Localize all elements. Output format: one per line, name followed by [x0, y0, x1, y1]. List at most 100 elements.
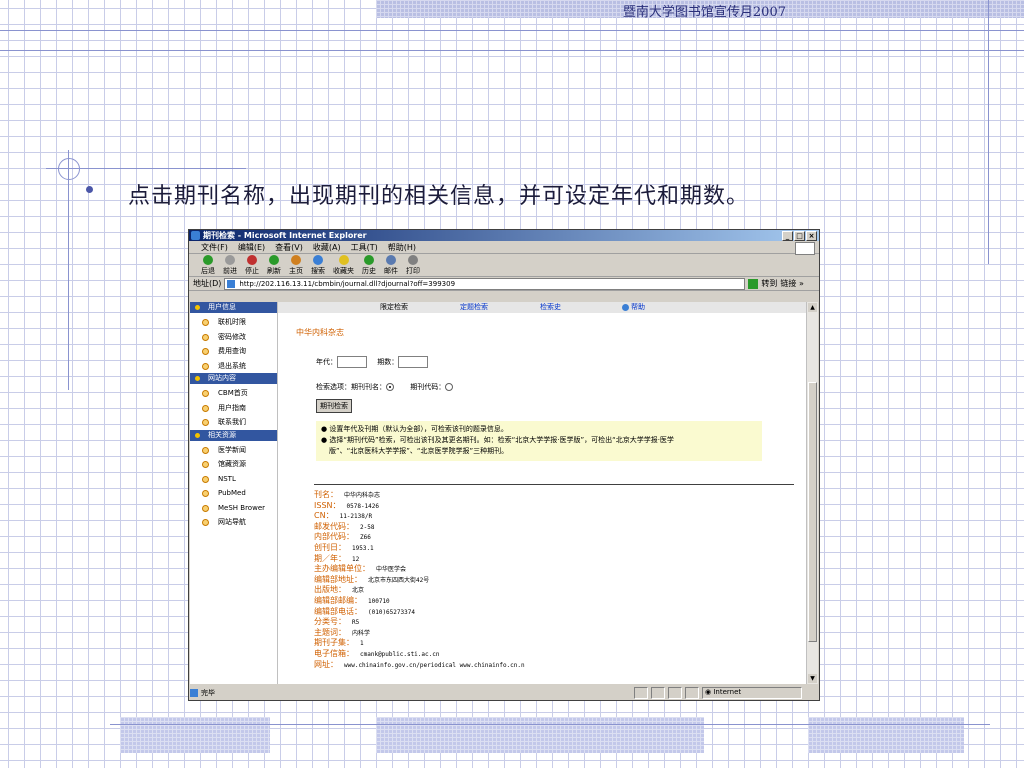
toolbar-label: 收藏夹	[333, 267, 354, 275]
toolbar-button-refresh[interactable]: 刷新	[267, 255, 281, 276]
tip-line: ● 选择“期刊代码”检索，可检出该刊及其更名期刊。如：检索“北京大学学报·医学版…	[321, 436, 674, 444]
toolbar-button-forward[interactable]: 前进	[223, 255, 237, 276]
detail-row: 编辑部地址： 北京市东四西大街42号	[314, 575, 525, 586]
toolbar-label: 刷新	[267, 267, 281, 275]
detail-value: R5	[352, 619, 360, 627]
toolbar-button-stop[interactable]: 停止	[245, 255, 259, 276]
detail-value[interactable]: www.chinainfo.gov.cn/periodical www.chin…	[344, 662, 525, 669]
divider	[68, 150, 69, 390]
detail-value: 0578-1426	[346, 502, 380, 510]
toolbar-button-favorites[interactable]: 收藏夹	[333, 255, 354, 276]
detail-key: 编辑部地址：	[314, 574, 362, 584]
vertical-scrollbar[interactable]: ▲ ▼	[806, 302, 818, 684]
toolbar-label: 前进	[223, 267, 237, 275]
browser-window: 期刊检索 - Microsoft Internet Explorer _ □ ×…	[188, 229, 820, 701]
issue-input[interactable]	[398, 356, 429, 368]
sidebar: 用户信息联机时限 密码修改 费用查询 退出系统 网站内容 CBM首页 用户指南 联系我们 相关资…	[190, 302, 278, 684]
tab-help[interactable]: 帮助	[622, 302, 645, 313]
go-arrow-icon[interactable]	[748, 278, 759, 289]
toolbar-button-back[interactable]: 后退	[201, 255, 215, 276]
ie-icon	[191, 231, 200, 240]
journal-search-button[interactable]: 期刊检索	[316, 399, 352, 413]
address-input[interactable]: http://202.116.13.11/cbmbin/journal.dll?…	[224, 277, 746, 290]
scroll-down-icon[interactable]: ▼	[808, 674, 817, 683]
divider	[988, 0, 989, 264]
status-cell	[651, 686, 665, 699]
menu-file[interactable]: 文件(F)	[201, 242, 228, 253]
tip-line: 版”、“北京医科大学学报”、“北京医学院学报”三种期刊。	[329, 447, 509, 455]
sidebar-item[interactable]: PubMed	[190, 486, 277, 501]
sidebar-section-header[interactable]: 网站内容	[190, 373, 277, 384]
sidebar-item[interactable]: 用户指南	[190, 401, 277, 416]
detail-value: 2-58	[360, 523, 375, 531]
detail-key: CN：	[314, 511, 334, 521]
forward-icon	[225, 255, 235, 265]
sidebar-item[interactable]: 馆藏资源	[190, 457, 277, 472]
detail-key: 刊名：	[314, 490, 338, 499]
window-titlebar[interactable]: 期刊检索 - Microsoft Internet Explorer _ □ ×	[189, 230, 819, 241]
detail-value: (010)65273374	[368, 608, 415, 616]
detail-row: 出版地： 北京	[314, 585, 525, 596]
scroll-up-icon[interactable]: ▲	[808, 303, 817, 312]
search-icon	[313, 255, 323, 265]
tab-search-history[interactable]: 检索史	[540, 302, 561, 313]
detail-row: 分类号： R5	[314, 617, 525, 628]
sidebar-item[interactable]: 退出系统	[190, 359, 277, 374]
divider	[0, 30, 1024, 31]
sidebar-item[interactable]: 联系我们	[190, 415, 277, 430]
scroll-thumb[interactable]	[808, 382, 817, 642]
year-input[interactable]	[337, 356, 367, 368]
radio-journal-code[interactable]	[445, 383, 454, 391]
detail-key: 出版地：	[314, 585, 346, 595]
toolbar-button-history[interactable]: 历史	[362, 255, 376, 276]
home-icon	[291, 255, 301, 265]
close-button[interactable]: ×	[806, 231, 817, 241]
mail-icon	[386, 255, 396, 265]
menu-help[interactable]: 帮助(H)	[388, 242, 416, 253]
detail-key: 期刊子集：	[314, 638, 354, 648]
address-bar: 地址(D) http://202.116.13.11/cbmbin/journa…	[189, 277, 819, 291]
minimize-button[interactable]: _	[782, 231, 793, 241]
menu-edit[interactable]: 编辑(E)	[238, 242, 265, 253]
toolbar: 后退 前进 停止 刷新 主页 搜索 收藏夹 历史 邮件 打印	[189, 254, 819, 277]
sidebar-item[interactable]: NSTL	[190, 472, 277, 487]
links-button[interactable]: 链接 »	[780, 278, 803, 289]
radio-journal-title[interactable]	[386, 383, 394, 391]
toolbar-button-home[interactable]: 主页	[289, 255, 303, 276]
year-label: 年代：	[316, 358, 337, 366]
sidebar-item[interactable]: 费用查询	[190, 344, 277, 359]
sidebar-section-header[interactable]: 相关资源	[190, 429, 277, 441]
toolbar-label: 主页	[289, 267, 303, 275]
sidebar-item[interactable]: 网站导航	[190, 515, 277, 530]
zone-indicator: ◉ Internet	[702, 686, 802, 699]
detail-value: 1953.1	[352, 544, 374, 552]
sidebar-item[interactable]: MeSH Brower	[190, 501, 277, 516]
sidebar-item[interactable]: 密码修改	[190, 330, 277, 345]
sidebar-item[interactable]: 医学新闻	[190, 443, 277, 458]
tab-help-label: 帮助	[631, 303, 645, 311]
sidebar-section-header[interactable]: 用户信息	[190, 302, 277, 313]
detail-value[interactable]: cmank@public.sti.ac.cn	[360, 651, 439, 658]
menu-tools[interactable]: 工具(T)	[351, 242, 378, 253]
detail-value: 12	[352, 555, 360, 563]
sidebar-item[interactable]: CBM首页	[190, 386, 277, 401]
status-cell	[685, 686, 699, 699]
divider	[314, 484, 794, 485]
tab-topic-search[interactable]: 定题检索	[460, 302, 488, 313]
tab-limited-search[interactable]: 限定检索	[380, 302, 408, 313]
menu-favorites[interactable]: 收藏(A)	[313, 242, 341, 253]
issue-label: 期数：	[377, 358, 399, 366]
detail-row: 邮发代码： 2-58	[314, 522, 525, 533]
menu-view[interactable]: 查看(V)	[275, 242, 303, 253]
detail-value: 中华内科杂志	[344, 492, 381, 499]
detail-key: 编辑部邮编：	[314, 595, 362, 605]
detail-key: 电子信箱：	[314, 648, 354, 658]
menu-bar: 文件(F) 编辑(E) 查看(V) 收藏(A) 工具(T) 帮助(H)	[189, 241, 819, 255]
toolbar-button-print[interactable]: 打印	[406, 255, 420, 276]
toolbar-button-search[interactable]: 搜索	[311, 255, 325, 276]
detail-row: 创刊日： 1953.1	[314, 543, 525, 554]
sidebar-item[interactable]: 联机时限	[190, 315, 277, 330]
maximize-button[interactable]: □	[794, 231, 805, 241]
go-button[interactable]: 转到	[761, 278, 777, 289]
toolbar-button-mail[interactable]: 邮件	[384, 255, 398, 276]
